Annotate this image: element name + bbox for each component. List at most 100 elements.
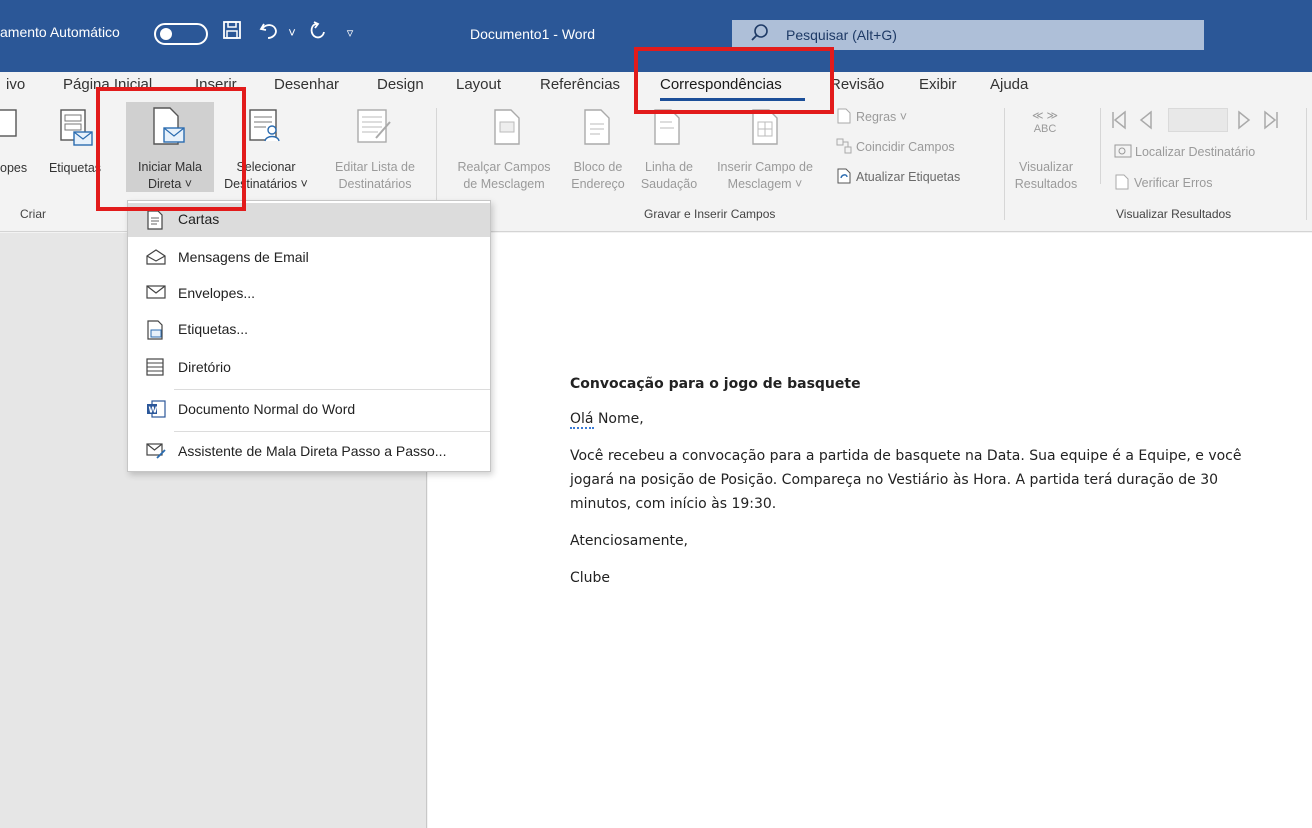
tab-revisao[interactable]: Revisão <box>830 76 884 93</box>
toggle-knob <box>160 28 172 40</box>
menu-separator-2 <box>174 431 490 432</box>
greeting-line-button[interactable]: Linha de Saudação <box>634 159 704 193</box>
undo-icon[interactable] <box>256 20 282 46</box>
rules-icon <box>837 108 851 124</box>
document-page[interactable]: Convocação para o jogo de basquete Olá N… <box>428 233 1312 828</box>
group-divider-3 <box>1306 108 1307 220</box>
find-recipient-label: Localizar Destinatário <box>1135 145 1256 159</box>
preview-divider <box>1100 108 1101 184</box>
find-recipient-button[interactable]: Localizar Destinatário <box>1114 144 1255 159</box>
group-label-gravar: Gravar e Inserir Campos <box>644 207 776 221</box>
menu-item-documento-normal[interactable]: W Documento Normal do Word <box>128 393 490 427</box>
menu-item-envelopes[interactable]: Envelopes... <box>128 277 490 311</box>
highlight-merge-fields-icon <box>494 109 520 145</box>
rules-button[interactable]: Regras ˅ <box>836 108 907 124</box>
customize-qat-icon[interactable]: ▿ <box>342 20 358 46</box>
word-doc-icon: W <box>147 400 166 418</box>
previous-record-icon[interactable] <box>1138 110 1154 130</box>
first-record-icon[interactable] <box>1110 110 1128 130</box>
address-block-button[interactable]: Bloco de Endereço <box>564 159 632 193</box>
preview-abc-label: ABC <box>1033 123 1057 135</box>
address-block-label-1: Bloco de <box>573 160 623 174</box>
document-title: Documento1 - Word <box>470 26 596 42</box>
highlight-merge-fields-label-2: de Mesclagem <box>463 177 545 191</box>
tab-arquivo[interactable]: ivo <box>6 76 25 93</box>
edit-recipient-list-label-2: Destinatários <box>338 177 412 191</box>
match-fields-button[interactable]: Coincidir Campos <box>836 138 955 154</box>
undo-dropdown-icon[interactable]: ˅ <box>284 20 300 46</box>
select-recipients-icon <box>249 109 280 142</box>
wizard-icon <box>146 443 166 459</box>
check-errors-button[interactable]: Verificar Erros <box>1114 174 1213 190</box>
check-errors-icon <box>1115 174 1129 190</box>
update-labels-label: Atualizar Etiquetas <box>856 170 961 184</box>
document-heading: Convocação para o jogo de basquete <box>570 376 861 392</box>
highlight-box-start-mail-merge <box>96 87 246 211</box>
greeting-word: Olá <box>570 411 594 429</box>
signature-line: Clube <box>570 570 611 586</box>
tab-design[interactable]: Design <box>377 76 424 93</box>
autosave-label: amento Automático <box>0 24 120 40</box>
highlight-merge-fields-button[interactable]: Realçar Campos de Mesclagem <box>446 159 562 193</box>
insert-merge-field-label-2: Mesclagem ˅ <box>727 177 803 191</box>
tab-ajuda[interactable]: Ajuda <box>990 76 1028 93</box>
greeting-line-icon <box>654 109 680 145</box>
menu-separator <box>174 389 490 390</box>
label-icon <box>147 320 163 340</box>
body-line-2: jogará na posição de Posição. Compareça … <box>570 472 1219 488</box>
tab-desenhar[interactable]: Desenhar <box>274 76 339 93</box>
group-label-visualizar: Visualizar Resultados <box>1116 207 1232 221</box>
menu-item-mensagens-email[interactable]: Mensagens de Email <box>128 241 490 275</box>
edit-recipient-list-button[interactable]: Editar Lista de Destinatários <box>320 159 430 193</box>
insert-merge-field-label-1: Inserir Campo de <box>717 160 813 174</box>
labels-icon <box>60 109 93 146</box>
greeting-line-label-1: Linha de <box>645 160 693 174</box>
menu-label-cartas: Cartas <box>178 211 220 227</box>
check-errors-label: Verificar Erros <box>1134 176 1213 190</box>
edit-recipient-list-label-1: Editar Lista de <box>335 160 415 174</box>
menu-label-diretorio: Diretório <box>178 359 231 375</box>
edit-recipient-list-icon <box>357 109 391 143</box>
next-record-icon[interactable] <box>1236 110 1252 130</box>
menu-label-etiquetas: Etiquetas... <box>178 321 249 337</box>
menu-label-mensagens-email: Mensagens de Email <box>178 249 309 265</box>
email-icon <box>146 249 166 265</box>
update-labels-icon <box>837 168 851 184</box>
autosave-toggle[interactable] <box>154 23 208 45</box>
record-number-input[interactable] <box>1168 108 1228 132</box>
preview-results-button[interactable]: Visualizar Resultados <box>1014 159 1078 193</box>
greeting-paragraph: Olá Nome, <box>570 408 644 430</box>
search-placeholder: Pesquisar (Alt+G) <box>786 27 897 43</box>
address-block-icon <box>584 109 610 145</box>
envelopes-icon <box>0 109 17 137</box>
preview-results-label-1: Visualizar <box>1019 160 1073 174</box>
menu-item-diretorio[interactable]: Diretório <box>128 351 490 385</box>
preview-results-icon: ≪ ≫ ABC <box>1031 110 1059 135</box>
insert-merge-field-button[interactable]: Inserir Campo de Mesclagem ˅ <box>706 159 824 193</box>
start-mail-merge-menu: Cartas Mensagens de Email Envelopes... E… <box>127 200 491 472</box>
redo-icon[interactable] <box>304 20 330 46</box>
letter-doc-icon <box>147 210 163 230</box>
menu-item-assistente[interactable]: Assistente de Mala Direta Passo a Passo.… <box>128 435 490 469</box>
save-icon[interactable] <box>218 20 246 46</box>
search-box[interactable]: Pesquisar (Alt+G) <box>732 20 1204 50</box>
address-block-label-2: Endereço <box>571 177 625 191</box>
highlight-merge-fields-label-1: Realçar Campos <box>457 160 551 174</box>
tab-exibir[interactable]: Exibir <box>919 76 957 93</box>
menu-label-documento-normal: Documento Normal do Word <box>178 401 356 417</box>
update-labels-button[interactable]: Atualizar Etiquetas <box>836 168 960 184</box>
find-recipient-icon <box>1114 144 1132 158</box>
match-fields-label: Coincidir Campos <box>856 140 955 154</box>
menu-item-etiquetas[interactable]: Etiquetas... <box>128 313 490 347</box>
insert-merge-field-icon <box>752 109 778 145</box>
last-record-icon[interactable] <box>1262 110 1280 130</box>
closing-line: Atenciosamente, <box>570 533 689 549</box>
body-line-3: minutos, com início às 19:30. <box>570 496 777 512</box>
rules-label: Regras ˅ <box>856 110 908 124</box>
envelope-icon <box>146 285 166 299</box>
body-line-1: Você recebeu a convocação para a partida… <box>570 448 1242 464</box>
tab-layout[interactable]: Layout <box>456 76 501 93</box>
envelopes-button[interactable]: opes <box>0 160 34 177</box>
greeting-line-label-2: Saudação <box>640 177 698 191</box>
tab-referencias[interactable]: Referências <box>540 76 620 93</box>
